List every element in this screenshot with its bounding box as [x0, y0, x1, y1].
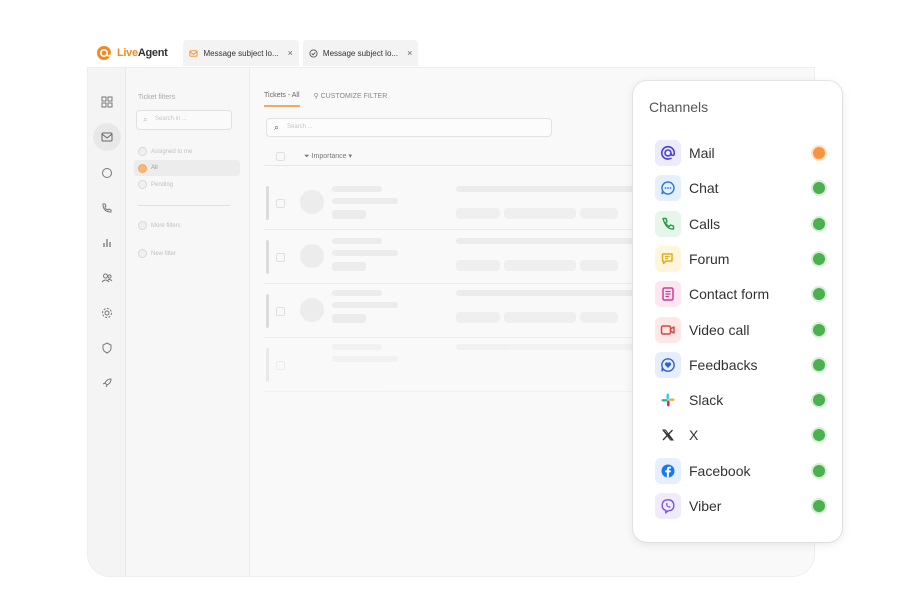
status-dot: [813, 323, 825, 336]
rocket-icon[interactable]: [98, 374, 116, 392]
new-filter-link[interactable]: New filter: [138, 249, 176, 258]
channel-label: Contact form: [689, 286, 770, 303]
customers-icon[interactable]: [98, 269, 116, 287]
tickets-tabs: Tickets - All ⚲ CUSTOMIZE FILTER: [264, 92, 387, 107]
filter-option-assigned[interactable]: Assigned to me: [138, 147, 192, 156]
channel-label: Calls: [689, 215, 721, 232]
viber-icon: [655, 493, 681, 519]
calls-icon[interactable]: [98, 199, 116, 217]
feedback-heart-icon: [655, 351, 681, 378]
channel-label: Video call: [689, 321, 750, 338]
close-icon[interactable]: ×: [288, 48, 293, 58]
chevron-down-icon: ▾: [348, 153, 353, 160]
status-dot: [813, 182, 825, 195]
status-dot: [813, 429, 825, 442]
phone-icon: [655, 210, 681, 237]
channel-viber[interactable]: Viber: [655, 492, 825, 520]
channel-facebook[interactable]: Facebook: [655, 457, 825, 485]
reports-icon[interactable]: [98, 234, 116, 252]
shield-icon[interactable]: [98, 339, 116, 357]
channel-label: Feedbacks: [689, 356, 758, 373]
liveagent-logo[interactable]: LiveAgent: [96, 45, 168, 61]
ticket-filters-panel: Ticket filters ⌕ Search in ... Assigned …: [126, 68, 250, 576]
status-dot: [813, 252, 825, 265]
channel-slack[interactable]: Slack: [655, 386, 825, 414]
channel-video-call[interactable]: Video call: [655, 316, 825, 344]
channel-label: Forum: [689, 250, 730, 267]
status-dot: [813, 500, 825, 512]
channels-card: Channels Mail Chat Calls Forum Contact form V…: [633, 81, 842, 542]
check-circle-icon: [309, 48, 318, 58]
search-icon: ⌕: [143, 115, 148, 124]
logo-text: LiveAgent: [117, 47, 168, 59]
dashboard-icon[interactable]: [98, 93, 116, 111]
search-icon: ⌕: [274, 122, 280, 132]
video-camera-icon: [655, 316, 681, 343]
sort-importance-dropdown[interactable]: ⏷ Importance ▾: [304, 152, 352, 161]
channels-title: Channels: [649, 99, 709, 115]
channel-label: Viber: [689, 498, 722, 514]
status-dot: [813, 464, 825, 477]
status-dot: [813, 358, 825, 371]
close-icon[interactable]: ×: [407, 48, 412, 58]
select-all-checkbox[interactable]: [276, 152, 285, 161]
channel-mail[interactable]: Mail: [655, 139, 825, 167]
liveagent-logo-icon: [97, 46, 111, 60]
screen: LiveAgent Message subject lo... × Messag…: [0, 0, 912, 612]
status-dot: [813, 147, 825, 159]
envelope-icon: [189, 49, 199, 57]
filters-search-placeholder: Search in ...: [155, 116, 188, 122]
status-dot: [813, 217, 825, 230]
channel-label: Mail: [689, 145, 715, 161]
channel-label: Facebook: [689, 462, 751, 479]
channel-label: Slack: [689, 392, 724, 409]
chats-icon[interactable]: [98, 164, 116, 182]
slack-icon: [655, 387, 681, 414]
channel-label: Chat: [689, 180, 719, 197]
status-dot: [813, 288, 825, 301]
more-filters-link[interactable]: More filters: [138, 221, 181, 230]
form-icon: [655, 281, 681, 308]
tab-label: Message subject lo...: [203, 48, 279, 58]
avatar: [300, 298, 324, 322]
tickets-search-placeholder: Search ...: [287, 124, 313, 130]
tab-label: Message subject lo...: [322, 48, 399, 58]
channel-calls[interactable]: Calls: [655, 210, 825, 238]
filters-search-input[interactable]: ⌕ Search in ...: [136, 110, 232, 130]
channel-contact-form[interactable]: Contact form: [655, 280, 825, 308]
tickets-search-input[interactable]: ⌕ Search ...: [266, 118, 552, 137]
top-bar: LiveAgent Message subject lo... × Messag…: [88, 38, 448, 68]
tickets-icon[interactable]: [93, 123, 121, 151]
mail-at-icon: [655, 140, 681, 166]
channel-x[interactable]: X: [655, 421, 825, 449]
filters-title: Ticket filters: [138, 94, 176, 101]
channel-forum[interactable]: Forum: [655, 245, 825, 273]
filter-funnel-icon: ⏷: [304, 153, 310, 160]
status-dot: [813, 394, 825, 407]
chat-bubble-icon: [655, 175, 681, 202]
channel-chat[interactable]: Chat: [655, 174, 825, 202]
ticket-tab-2[interactable]: Message subject lo... ×: [302, 40, 419, 66]
forum-icon: [655, 245, 681, 272]
x-logo-icon: [655, 422, 681, 449]
nav-rail: [88, 68, 126, 576]
channel-feedbacks[interactable]: Feedbacks: [655, 351, 825, 379]
avatar: [300, 244, 324, 268]
facebook-icon: [655, 457, 681, 484]
filters-divider: [138, 205, 230, 206]
channel-label: X: [689, 427, 699, 444]
filter-option-all[interactable]: All: [134, 160, 240, 176]
filter-option-pending[interactable]: Pending: [138, 180, 173, 189]
ticket-tab-1[interactable]: Message subject lo... ×: [183, 40, 299, 66]
customize-filter-button[interactable]: ⚲ CUSTOMIZE FILTER: [314, 92, 388, 107]
settings-gear-icon[interactable]: [98, 304, 116, 322]
avatar: [300, 190, 324, 214]
tab-tickets-all[interactable]: Tickets - All: [264, 92, 300, 107]
